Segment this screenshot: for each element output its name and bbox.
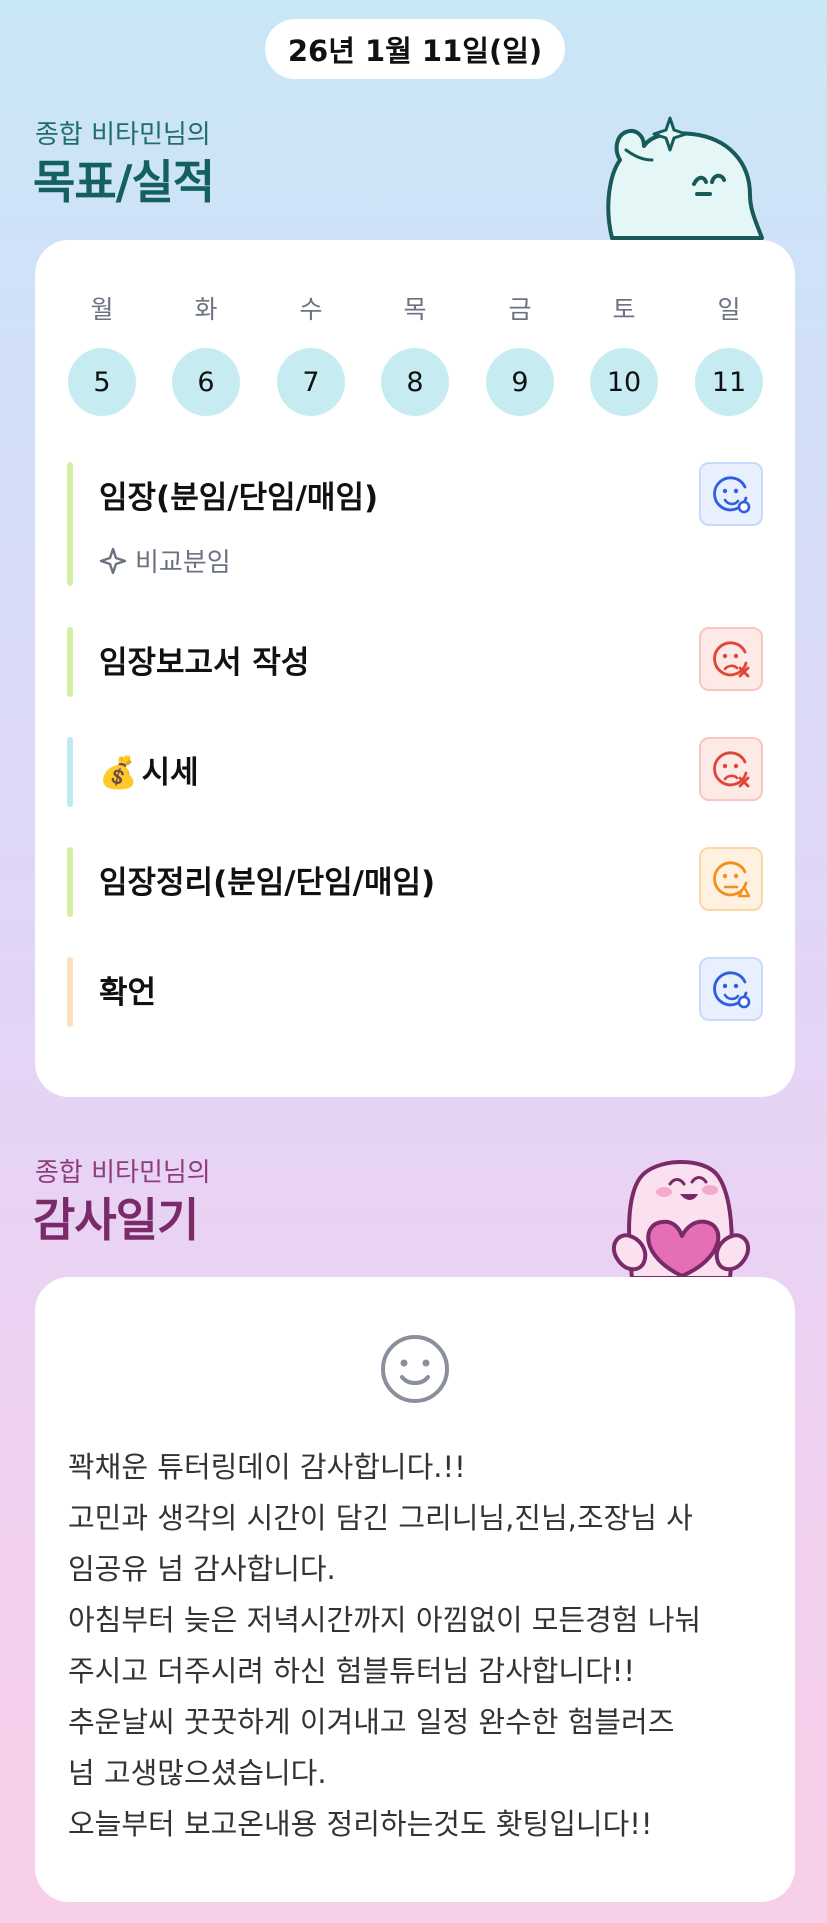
date-circle[interactable]: 7 bbox=[277, 348, 345, 416]
gratitude-card: 꽉채운 튜터링데이 감사합니다.!! 고민과 생각의 시간이 담긴 그리니님,진님… bbox=[35, 1277, 795, 1902]
date-circle[interactable]: 6 bbox=[172, 348, 240, 416]
gratitude-line: 오늘부터 보고온내용 정리하는것도 홧팅입니다!! bbox=[68, 1807, 653, 1841]
goal-task-row[interactable]: 임장보고서 작성 bbox=[67, 627, 763, 697]
weekday-label: 수 bbox=[299, 295, 323, 324]
date-circle[interactable]: 8 bbox=[381, 348, 449, 416]
gratitude-line: 임공유 넘 감사합니다. bbox=[68, 1552, 336, 1586]
gratitude-title: 감사일기 bbox=[33, 1193, 199, 1247]
weekday-label: 일 bbox=[717, 295, 741, 324]
task-title-text: 임장보고서 작성 bbox=[99, 645, 310, 681]
weekday-label: 화 bbox=[194, 295, 218, 324]
gratitude-line: 아침부터 늦은 저녁시간까지 아낌없이 모든경험 나눠 bbox=[68, 1603, 702, 1637]
gratitude-line: 주시고 더주시려 하신 험블튜터님 감사합니다!! bbox=[68, 1654, 636, 1688]
task-status-mid-icon[interactable] bbox=[699, 847, 763, 911]
task-subitem-text: 비교분임 bbox=[135, 548, 231, 578]
goals-title: 목표/실적 bbox=[33, 155, 215, 209]
gratitude-text: 꽉채운 튜터링데이 감사합니다.!! 고민과 생각의 시간이 담긴 그리니님,진님… bbox=[68, 1442, 778, 1850]
date-circle[interactable]: 10 bbox=[590, 348, 658, 416]
gratitude-line: 꽉채운 튜터링데이 감사합니다.!! bbox=[68, 1450, 466, 1484]
sparkle-icon bbox=[99, 547, 127, 574]
gratitude-line: 고민과 생각의 시간이 담긴 그리니님,진님,조장님 사 bbox=[68, 1501, 693, 1535]
task-title: 확언 bbox=[99, 967, 156, 1012]
task-title: 임장정리(분임/단임/매임) bbox=[99, 857, 435, 902]
task-color-bar bbox=[67, 627, 73, 697]
task-color-bar bbox=[67, 737, 73, 807]
task-status-good-icon[interactable] bbox=[699, 462, 763, 526]
task-title-text: 확언 bbox=[99, 975, 157, 1011]
task-status-bad-icon[interactable] bbox=[699, 627, 763, 691]
task-color-bar bbox=[67, 957, 73, 1027]
weekday-label: 금 bbox=[508, 295, 532, 324]
date-circle[interactable]: 9 bbox=[486, 348, 554, 416]
weekday-label: 토 bbox=[612, 295, 636, 324]
weekday-label: 목 bbox=[403, 295, 427, 324]
goal-task-row[interactable]: 확언 bbox=[67, 957, 763, 1027]
task-title-text: 임장정리(분임/단임/매임) bbox=[99, 865, 436, 901]
task-status-good-icon[interactable] bbox=[699, 957, 763, 1021]
goal-task-row[interactable]: 임장(분임/단임/매임) 비교분임 bbox=[67, 462, 763, 586]
task-title-text: 시세 bbox=[141, 755, 199, 791]
gratitude-line: 넘 고생많으셨습니다. bbox=[68, 1756, 327, 1790]
money-bag-icon: 💰 bbox=[99, 755, 138, 791]
date-circle[interactable]: 5 bbox=[68, 348, 136, 416]
date-selector[interactable]: 26년 1월 11일(일) bbox=[265, 19, 565, 79]
task-title: 💰 시세 bbox=[99, 747, 199, 792]
goals-card: 월 5 화 6 수 7 목 8 금 9 토 10 일 11 임장(분임/단임/매임) 비교분임임장보고서 작… bbox=[35, 240, 795, 1097]
task-title: 임장(분임/단임/매임) bbox=[99, 472, 378, 517]
task-title: 임장보고서 작성 bbox=[99, 637, 309, 682]
task-color-bar bbox=[67, 462, 73, 586]
gratitude-line: 추운날씨 꿋꿋하게 이겨내고 일정 완수한 험블러즈 bbox=[68, 1705, 675, 1739]
task-subitem: 비교분임 bbox=[99, 542, 231, 579]
task-title-text: 임장(분임/단임/매임) bbox=[99, 480, 379, 516]
date-circle[interactable]: 11 bbox=[695, 348, 763, 416]
smiley-face-icon bbox=[381, 1335, 449, 1403]
goal-task-row[interactable]: 임장정리(분임/단임/매임) bbox=[67, 847, 763, 917]
waving-mascot-icon bbox=[606, 116, 764, 240]
weekday-label: 월 bbox=[90, 295, 114, 324]
task-color-bar bbox=[67, 847, 73, 917]
goal-task-row[interactable]: 💰 시세 bbox=[67, 737, 763, 807]
heart-mascot-icon bbox=[611, 1160, 751, 1278]
task-status-bad-icon[interactable] bbox=[699, 737, 763, 801]
